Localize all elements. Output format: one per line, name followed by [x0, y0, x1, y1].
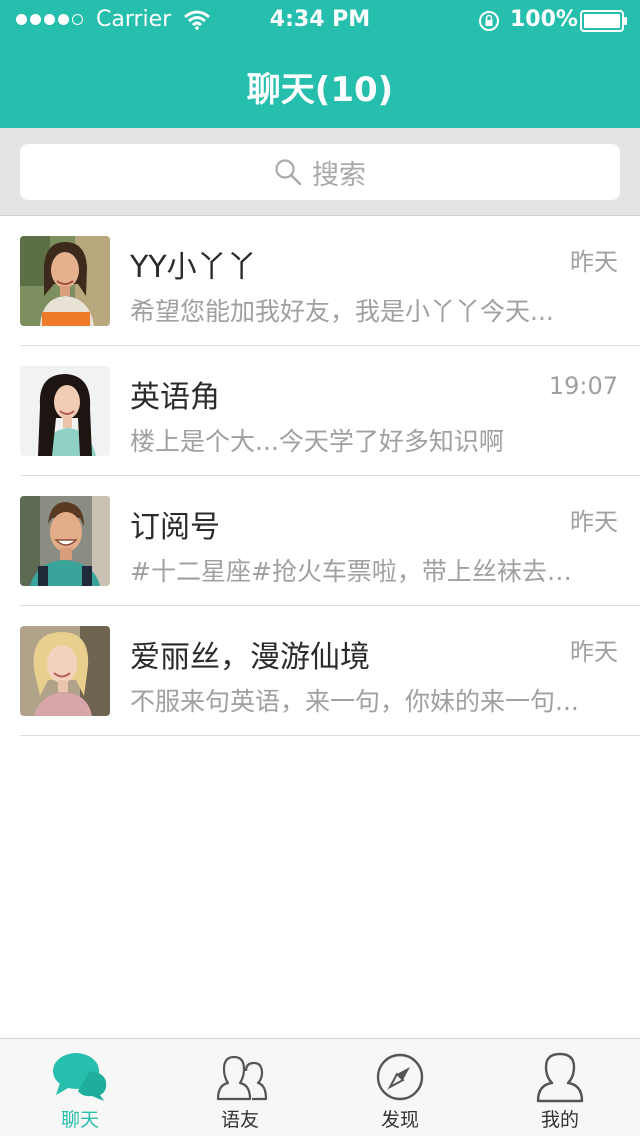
status-bar: Carrier 4:34 PM 100% — [0, 0, 640, 40]
tab-friends[interactable]: 语友 — [160, 1039, 320, 1136]
tab-profile[interactable]: 我的 — [480, 1039, 640, 1136]
chat-name: YY小丫丫 — [130, 250, 257, 285]
blonde-woman-avatar — [20, 626, 110, 716]
woman-headset-avatar — [20, 236, 110, 326]
chat-row[interactable]: 爱丽丝，漫游仙境 昨天 不服来句英语，来一句，你妹的来一句... — [0, 606, 640, 736]
woman-smiling-avatar — [20, 366, 110, 456]
top-bar: Carrier 4:34 PM 100% 聊天(10) — [0, 0, 640, 128]
search-placeholder: 搜索 — [312, 159, 366, 191]
man-smiling-avatar — [20, 496, 110, 586]
tab-chat[interactable]: 聊天 — [0, 1039, 160, 1136]
tab-bar: 聊天 语友 发现 我的 — [0, 1038, 640, 1136]
person-icon — [536, 1052, 584, 1103]
chat-name: 订阅号 — [130, 510, 220, 545]
search-input[interactable]: 搜索 — [20, 144, 620, 200]
chat-name: 爱丽丝，漫游仙境 — [130, 640, 370, 675]
page-title: 聊天(10) — [246, 70, 394, 110]
chat-preview: 不服来句英语，来一句，你妹的来一句... — [130, 687, 579, 716]
search-bar-container: 搜索 — [0, 128, 640, 216]
tab-label: 我的 — [540, 1109, 579, 1131]
compass-icon — [376, 1053, 424, 1101]
chat-name: 英语角 — [130, 380, 220, 415]
tab-discover[interactable]: 发现 — [320, 1039, 480, 1136]
tab-label: 聊天 — [60, 1109, 99, 1131]
tab-label: 语友 — [220, 1109, 259, 1131]
battery-icon — [580, 10, 627, 32]
chat-bubbles-icon — [53, 1053, 107, 1101]
chat-time: 19:07 — [548, 372, 618, 400]
search-icon — [275, 159, 302, 186]
tab-label: 发现 — [380, 1109, 419, 1131]
chat-row[interactable]: 英语角 19:07 楼上是个大...今天学了好多知识啊 — [0, 346, 640, 476]
battery-percent: 100% — [510, 7, 578, 32]
chat-preview: #十二星座#抢火车票啦，带上丝袜去排队... — [130, 557, 580, 586]
chat-time: 昨天 — [570, 508, 618, 536]
chat-time: 昨天 — [570, 248, 618, 276]
chat-time: 昨天 — [570, 638, 618, 666]
chat-row[interactable]: YY小丫丫 昨天 希望您能加我好友，我是小丫丫今天... — [0, 216, 640, 346]
chat-preview: 希望您能加我好友，我是小丫丫今天... — [130, 297, 554, 326]
chat-list: YY小丫丫 昨天 希望您能加我好友，我是小丫丫今天... 英语角 19:07 楼… — [0, 216, 640, 736]
chat-preview: 楼上是个大...今天学了好多知识啊 — [130, 427, 504, 456]
chat-row[interactable]: 订阅号 昨天 #十二星座#抢火车票啦，带上丝袜去排队... — [0, 476, 640, 606]
friends-icon — [216, 1055, 268, 1101]
rotation-lock-icon — [479, 11, 499, 31]
